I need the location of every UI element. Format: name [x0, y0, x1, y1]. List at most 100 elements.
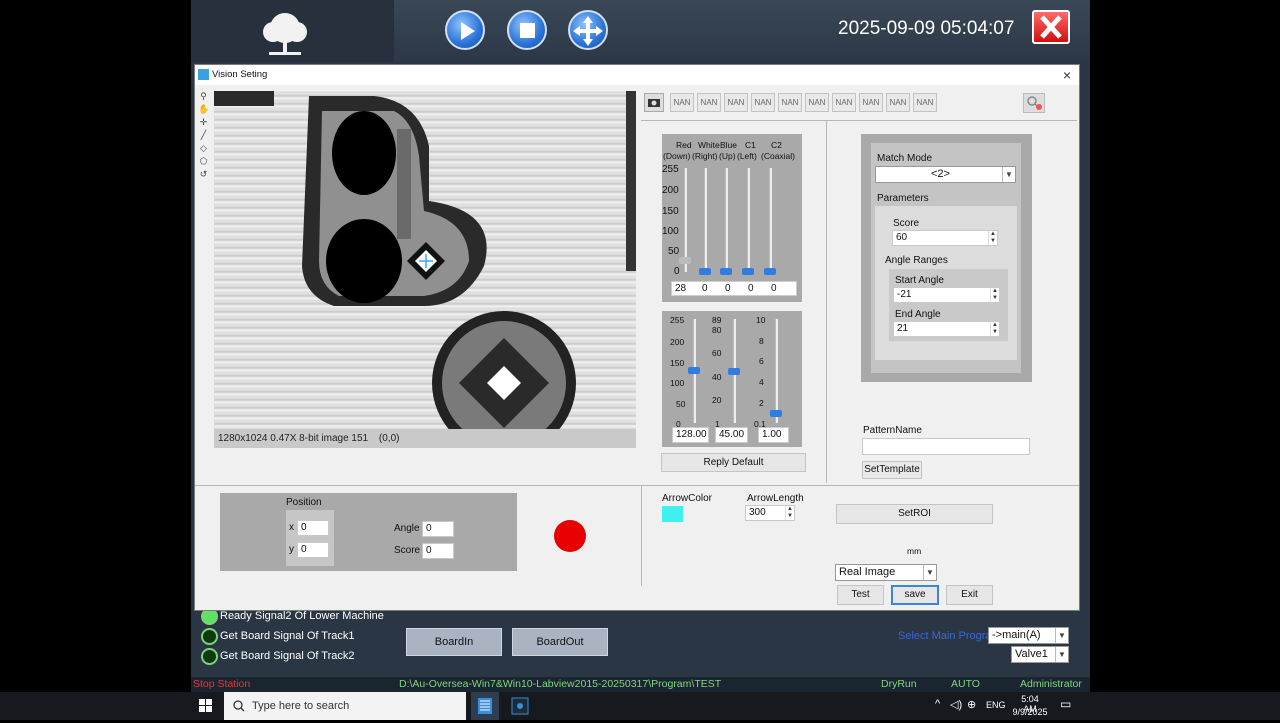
image-status-bar: 1280x1024 0.47X 8-bit image 151 (0,0) — [214, 429, 636, 448]
nan-button-2[interactable]: NAN — [697, 93, 721, 112]
slider-c2[interactable] — [769, 168, 772, 272]
angle-value[interactable]: 0 — [422, 521, 454, 537]
move-button[interactable] — [568, 10, 608, 50]
divider — [641, 486, 642, 586]
search-pattern-button[interactable] — [1023, 93, 1045, 113]
windows-start-icon[interactable] — [199, 699, 213, 713]
pan-tool-icon[interactable]: ✋ — [198, 104, 209, 115]
search-icon — [233, 700, 245, 712]
led-indicator — [201, 647, 218, 665]
nan-button-6[interactable]: NAN — [805, 93, 829, 112]
value-white[interactable]: 0 — [702, 283, 708, 294]
nan-button-8[interactable]: NAN — [859, 93, 883, 112]
y-value[interactable]: 0 — [297, 542, 329, 558]
line-tool-icon[interactable]: ╱ — [198, 130, 209, 141]
value-blue[interactable]: 0 — [725, 283, 731, 294]
taskbar-search-box[interactable]: Type here to search — [224, 692, 466, 720]
match-mode-select[interactable]: <2> ▼ — [875, 166, 1016, 183]
pattern-name-label: PatternName — [863, 425, 922, 436]
point-tool-icon[interactable]: ✛ — [198, 117, 209, 128]
taskbar-app-labview[interactable] — [471, 692, 499, 720]
set-roi-button[interactable]: SetROI — [836, 504, 993, 524]
p2-scale-40: 40 — [712, 372, 722, 382]
end-angle-value: 21 — [897, 323, 909, 334]
slider-thumb-c1[interactable] — [742, 268, 754, 275]
slider-thumb-param2[interactable] — [728, 368, 740, 375]
program-select[interactable]: ->main(A) ▼ — [988, 627, 1069, 644]
spinner-arrows-icon[interactable]: ▲ ▼ — [990, 288, 999, 302]
signal-label: Get Board Signal Of Track2 — [220, 650, 355, 662]
reply-default-button[interactable]: Reply Default — [661, 453, 806, 472]
exit-button[interactable]: Exit — [946, 585, 993, 605]
freehand-tool-icon[interactable]: ↺ — [198, 169, 209, 180]
image-mode-select[interactable]: Real Image ▼ — [835, 564, 937, 581]
stop-button[interactable] — [507, 10, 547, 50]
app-close-button[interactable] — [1032, 10, 1070, 44]
speaker-icon[interactable]: ◁) — [950, 698, 962, 711]
dialog-close-button[interactable]: × — [1059, 66, 1075, 84]
close-icon — [1040, 15, 1062, 39]
light-values-row: 28 0 0 0 0 — [671, 281, 797, 296]
nan-button-4[interactable]: NAN — [751, 93, 775, 112]
board-out-button[interactable]: BoardOut — [512, 628, 608, 656]
language-indicator[interactable]: ENG — [986, 700, 1006, 710]
end-angle-input[interactable]: 21 ▲ ▼ — [893, 321, 1000, 337]
unit-label: mm — [907, 546, 922, 556]
nan-button-9[interactable]: NAN — [886, 93, 910, 112]
board-in-button[interactable]: BoardIn — [406, 628, 502, 656]
pattern-name-input[interactable] — [862, 438, 1030, 455]
slider-param3[interactable] — [775, 319, 778, 423]
nan-button-3[interactable]: NAN — [724, 93, 748, 112]
arrow-color-swatch[interactable] — [662, 506, 683, 522]
slider-thumb-param1[interactable] — [688, 367, 700, 374]
play-button[interactable] — [445, 10, 485, 50]
windows-taskbar: ^ ◁) ⊕ ENG 5:04 AM 9/9/2025 ▭ — [0, 692, 1280, 720]
spinner-arrows-icon[interactable]: ▲ ▼ — [988, 231, 997, 245]
score-result-value[interactable]: 0 — [422, 543, 454, 559]
value-c2[interactable]: 0 — [771, 283, 777, 294]
value-c1[interactable]: 0 — [748, 283, 754, 294]
start-angle-input[interactable]: -21 ▲ ▼ — [893, 287, 1000, 303]
slider-thumb-blue[interactable] — [720, 268, 732, 275]
nan-button-5[interactable]: NAN — [778, 93, 802, 112]
slider-white[interactable] — [704, 168, 707, 272]
led-indicator — [201, 627, 218, 645]
notification-icon[interactable]: ▭ — [1060, 697, 1071, 711]
set-template-button[interactable]: SetTemplate — [862, 461, 922, 479]
polygon-tool-icon[interactable]: ⬠ — [198, 156, 209, 167]
network-icon[interactable]: ⊕ — [967, 698, 976, 711]
camera-image-view[interactable] — [214, 91, 636, 429]
slider-blue[interactable] — [725, 168, 728, 272]
test-button[interactable]: Test — [837, 585, 884, 605]
rect-tool-icon[interactable]: ◇ — [198, 143, 209, 154]
p3-scale-6: 6 — [759, 356, 764, 366]
value-red[interactable]: 28 — [675, 283, 686, 294]
light-sub-coaxial: (Coaxial) — [761, 151, 796, 161]
zoom-tool-icon[interactable]: ⚲ — [198, 91, 209, 102]
spinner-arrows-icon[interactable]: ▲ ▼ — [785, 506, 794, 520]
nan-button-7[interactable]: NAN — [832, 93, 856, 112]
slider-c1[interactable] — [747, 168, 750, 272]
valve-select[interactable]: Valve1 ▼ — [1011, 646, 1069, 663]
taskbar-app-vision[interactable] — [506, 692, 534, 720]
spinner-arrows-icon[interactable]: ▲ ▼ — [990, 322, 999, 336]
slider-thumb-param3[interactable] — [770, 410, 782, 417]
save-button[interactable]: save — [891, 585, 939, 605]
slider-thumb-white[interactable] — [699, 268, 711, 275]
p3-scale-4: 4 — [759, 377, 764, 387]
slider-thumb-c2[interactable] — [764, 268, 776, 275]
x-value[interactable]: 0 — [297, 520, 329, 536]
tray-chevron-icon[interactable]: ^ — [935, 698, 940, 710]
param1-value[interactable]: 128.00 — [672, 427, 709, 443]
angle-ranges-label: Angle Ranges — [885, 255, 948, 266]
p3-scale-2: 2 — [759, 398, 764, 408]
tray-date[interactable]: 9/9/2025 — [1012, 707, 1048, 717]
arrow-length-input[interactable]: 300 ▲ ▼ — [745, 505, 795, 521]
param2-value[interactable]: 45.00 — [715, 427, 748, 443]
param3-value[interactable]: 1.00 — [758, 427, 789, 443]
slider-thumb-red[interactable] — [679, 257, 691, 264]
camera-settings-button[interactable] — [644, 93, 664, 112]
score-input[interactable]: 60 ▲ ▼ — [892, 230, 998, 246]
nan-button-10[interactable]: NAN — [913, 93, 937, 112]
nan-button-1[interactable]: NAN — [670, 93, 694, 112]
